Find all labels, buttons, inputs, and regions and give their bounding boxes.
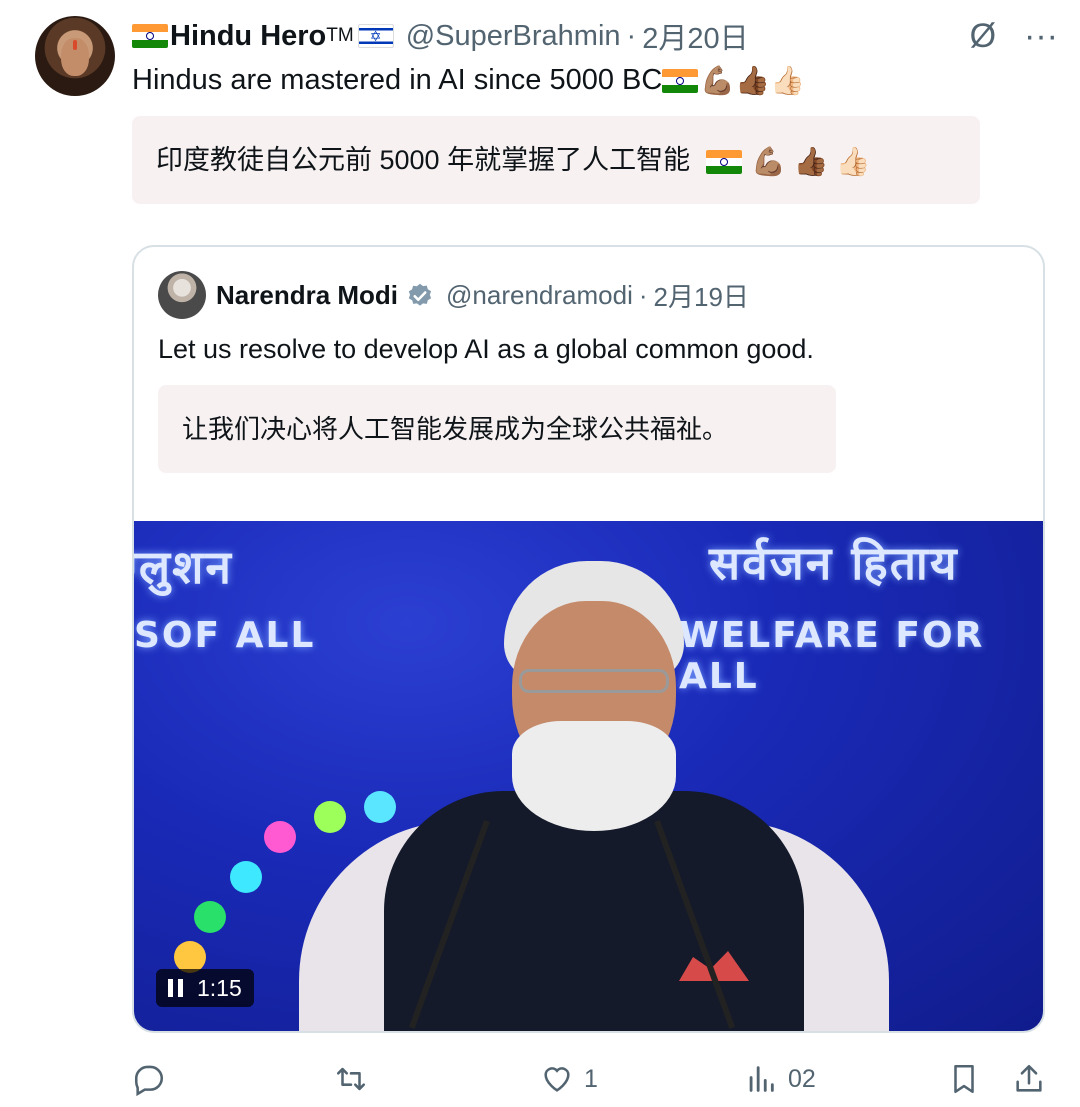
quoted-tweet-date[interactable]: 2月19日 bbox=[654, 277, 749, 314]
like-count: 1 bbox=[584, 1064, 598, 1093]
india-flag-icon bbox=[705, 149, 742, 174]
tweet-date[interactable]: 2月20日 bbox=[642, 15, 748, 57]
views-button[interactable]: 02 bbox=[744, 1062, 816, 1096]
india-flag-icon bbox=[662, 69, 699, 94]
video-player[interactable]: ग्लुशन SOF ALL सर्वजन हिताय WELFARE FOR … bbox=[134, 521, 1043, 1031]
tweet-translation: 印度教徒自公元前 5000 年就掌握了人工智能 💪🏽 👍🏾 👍🏻 bbox=[132, 116, 980, 204]
pause-icon[interactable] bbox=[168, 979, 183, 997]
like-button[interactable]: 1 bbox=[540, 1062, 598, 1096]
quoted-author-avatar[interactable] bbox=[158, 271, 206, 319]
stage-decoration bbox=[194, 901, 226, 933]
grok-icon[interactable]: Ø bbox=[970, 16, 996, 56]
thumbs-up-icon: 👍🏾 bbox=[793, 145, 829, 177]
israel-flag-icon bbox=[357, 24, 394, 48]
reply-icon bbox=[134, 1065, 164, 1096]
quoted-tweet[interactable]: Narendra Modi @narendramodi · 2月19日 Let … bbox=[132, 245, 1045, 1033]
banner-hindi-right: सर्वजन हिताय bbox=[709, 536, 959, 590]
author-handle[interactable]: @SuperBrahmin bbox=[406, 20, 621, 53]
views-chart-icon bbox=[749, 1066, 774, 1092]
tweet-actions: 1 02 bbox=[132, 1062, 1062, 1102]
quoted-tweet-header: Narendra Modi @narendramodi · 2月19日 bbox=[216, 277, 749, 314]
tweet-text: Hindus are mastered in AI since 5000 BC 💪… bbox=[132, 62, 805, 98]
banner-hindi-left: ग्लुशन bbox=[134, 540, 233, 594]
stage-decoration bbox=[230, 861, 262, 893]
avatar-tilak bbox=[73, 40, 77, 50]
quoted-tweet-text: Let us resolve to develop AI as a global… bbox=[158, 334, 814, 364]
banner-english-right: WELFARE FOR ALL bbox=[679, 615, 985, 697]
heart-icon bbox=[544, 1067, 570, 1092]
translation-text: 印度教徒自公元前 5000 年就掌握了人工智能 bbox=[156, 145, 691, 175]
share-icon bbox=[1016, 1064, 1042, 1092]
bookmark-button[interactable] bbox=[947, 1062, 981, 1096]
quoted-author-name[interactable]: Narendra Modi bbox=[216, 280, 398, 311]
more-icon[interactable]: ··· bbox=[1024, 16, 1058, 56]
tweet-top-actions: Ø ··· bbox=[970, 16, 1058, 56]
bookmark-icon bbox=[954, 1064, 974, 1094]
video-controls: 1:15 bbox=[156, 969, 254, 1007]
stage-decoration bbox=[314, 801, 346, 833]
retweet-button[interactable] bbox=[334, 1062, 378, 1096]
quoted-tweet-translation: 让我们决心将人工智能发展成为全球公共福祉。 bbox=[158, 385, 836, 473]
tweet-header: Hindu HeroTM @SuperBrahmin · 2月20日 bbox=[132, 15, 749, 57]
quoted-translation-text: 让我们决心将人工智能发展成为全球公共福祉。 bbox=[182, 414, 729, 444]
separator-dot: · bbox=[626, 19, 637, 52]
banner-english-left: SOF ALL bbox=[134, 615, 316, 656]
speaker-glasses bbox=[519, 669, 669, 693]
trademark-mark: TM bbox=[326, 25, 354, 46]
stage-decoration bbox=[264, 821, 296, 853]
flexed-biceps-icon: 💪🏽 bbox=[751, 145, 786, 177]
share-button[interactable] bbox=[1012, 1062, 1046, 1096]
reply-button[interactable] bbox=[132, 1062, 176, 1096]
retweet-icon bbox=[336, 1067, 366, 1091]
speaker-beard bbox=[512, 721, 676, 831]
tweet-body: Hindus are mastered in AI since 5000 BC bbox=[132, 64, 663, 96]
author-name[interactable]: Hindu Hero bbox=[170, 20, 326, 53]
thumbs-up-icon: 👍🏾 bbox=[735, 65, 771, 97]
views-count: 02 bbox=[788, 1064, 816, 1093]
separator-dot: · bbox=[638, 280, 648, 310]
flexed-biceps-icon: 💪🏽 bbox=[700, 65, 736, 97]
stage-decoration bbox=[364, 791, 396, 823]
quoted-author-handle[interactable]: @narendramodi bbox=[446, 280, 633, 311]
india-flag-icon bbox=[132, 24, 168, 48]
author-avatar[interactable] bbox=[35, 16, 115, 96]
verified-badge-icon bbox=[408, 283, 432, 306]
video-time: 1:15 bbox=[197, 974, 242, 1001]
thumbs-up-icon: 👍🏻 bbox=[835, 145, 871, 177]
thumbs-up-icon: 👍🏻 bbox=[770, 65, 805, 97]
